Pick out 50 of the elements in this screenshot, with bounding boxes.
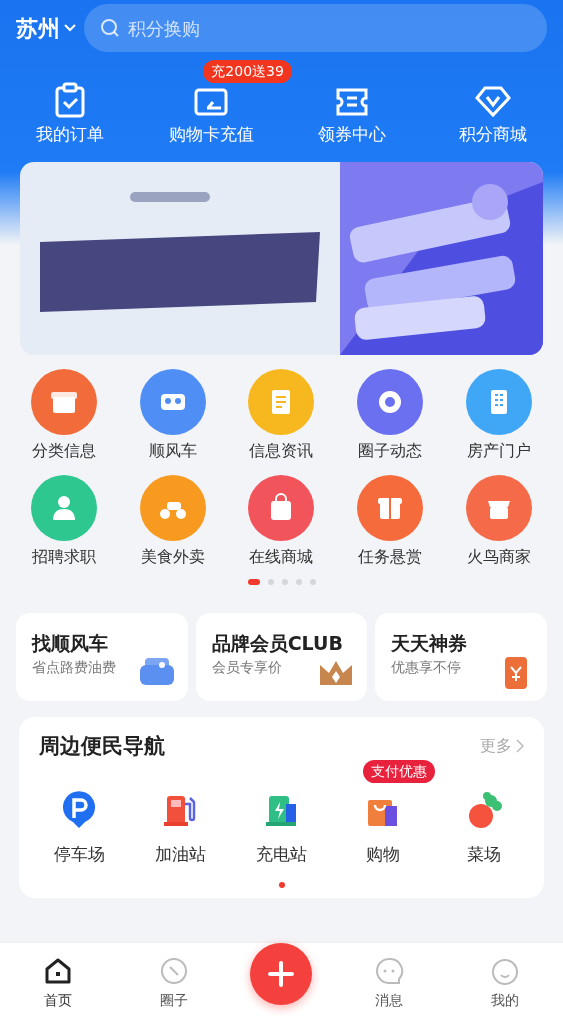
- tab-bar-item[interactable]: 圈子: [134, 956, 215, 1011]
- promo-badge: 充200送39: [203, 60, 292, 83]
- promo-title: 找顺风车: [32, 630, 109, 656]
- service-tile[interactable]: 美食外卖: [118, 474, 228, 569]
- service-tile[interactable]: 在线商城: [227, 474, 336, 569]
- promo-subtitle: 会员专享价: [211, 658, 283, 677]
- page-indicator-dot[interactable]: [281, 578, 288, 585]
- smiley-icon: [489, 956, 520, 986]
- quick-action-button[interactable]: 我的订单: [5, 82, 136, 148]
- promo-title: 品牌会员CLUB: [211, 630, 344, 656]
- page-indicator-dot[interactable]: [267, 578, 274, 585]
- quick-action-button[interactable]: 领券中心: [286, 82, 417, 148]
- nearby-service-button[interactable]: 充电站: [231, 790, 332, 868]
- add-button[interactable]: [250, 942, 313, 1005]
- caret-icon: [64, 24, 76, 32]
- service-tile[interactable]: 招聘求职: [10, 474, 119, 569]
- house-icon: [43, 956, 74, 986]
- city-selector[interactable]: 苏州: [16, 11, 76, 45]
- promo-title: 天天神券: [391, 630, 469, 656]
- promo-card[interactable]: 找顺风车 省点路费油费: [16, 612, 188, 701]
- tab-bar-item[interactable]: 首页: [18, 956, 99, 1011]
- promo-subtitle: 优惠享不停: [391, 658, 463, 677]
- quick-action-button[interactable]: 购物卡充值: [146, 82, 277, 148]
- chevron-right-icon: [516, 739, 524, 754]
- service-tile[interactable]: 火鸟商家: [444, 474, 553, 569]
- service-tile[interactable]: 房产门户: [444, 368, 553, 463]
- nearby-service-button[interactable]: 菜场: [434, 790, 534, 868]
- page-indicator-dot[interactable]: [295, 578, 302, 585]
- plus-icon: [268, 960, 295, 987]
- tab-bar-item[interactable]: 消息: [348, 956, 429, 1011]
- promo-card[interactable]: 天天神券 优惠享不停: [375, 612, 547, 701]
- tab-bar-item[interactable]: 我的: [464, 956, 545, 1011]
- page-indicator-dot[interactable]: [309, 578, 316, 585]
- promo-subtitle: 省点路费油费: [32, 658, 117, 677]
- service-tile[interactable]: 分类信息: [10, 368, 119, 463]
- service-tile[interactable]: 信息资讯: [227, 368, 336, 463]
- service-tile[interactable]: 圈子动态: [335, 368, 445, 463]
- service-tile[interactable]: 任务悬赏: [335, 474, 445, 569]
- nearby-service-button[interactable]: 加油站: [130, 790, 231, 868]
- page-indicator-dot[interactable]: [278, 881, 285, 888]
- section-title: 周边便民导航: [39, 732, 165, 760]
- nearby-service-button[interactable]: 购物: [332, 790, 433, 868]
- quick-action-button[interactable]: 积分商城: [427, 82, 558, 148]
- search-icon: [100, 18, 120, 38]
- service-tile[interactable]: 顺风车: [118, 368, 228, 463]
- nearby-service-button[interactable]: 停车场: [29, 790, 129, 868]
- compass-icon: [159, 956, 190, 986]
- chat-bubble-icon: [373, 956, 404, 986]
- promo-badge: 支付优惠: [362, 760, 435, 783]
- promo-card[interactable]: 品牌会员CLUB 会员专享价: [195, 612, 368, 701]
